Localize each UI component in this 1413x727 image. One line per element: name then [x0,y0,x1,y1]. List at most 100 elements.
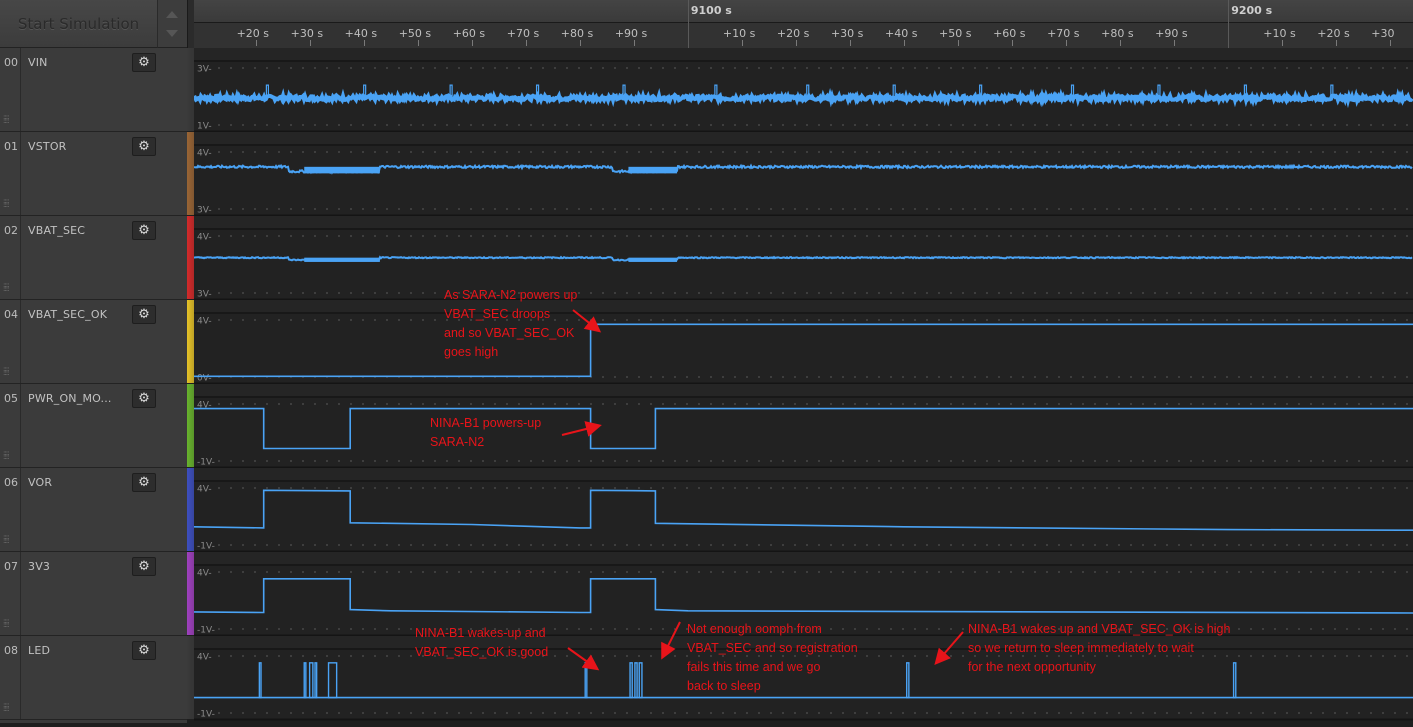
minor-tick [1282,40,1284,46]
gear-icon[interactable]: ⚙ [132,305,156,324]
minor-tick [309,40,311,46]
drag-handle-icon[interactable]: :::::::: [3,618,10,629]
annotation-line: for the next opportunity [968,660,1096,674]
scroll-down-icon[interactable] [166,30,178,37]
drag-handle-icon[interactable]: :::::::: [3,450,10,461]
annotation-line: Not enough oomph from [687,622,822,636]
channel-header-vbat-sec-ok[interactable]: 04 VBAT_SEC_OK ⚙ :::::::: [0,300,187,384]
annotation-line: back to sleep [687,679,761,693]
major-gridline [1228,0,1230,48]
annotation-line: NINA-B1 powers-up [430,416,542,430]
minor-time-label: +60 s [993,27,1026,40]
droop-region [628,166,678,174]
minor-time-label: +10 s [722,27,756,40]
channel-name[interactable]: PWR_ON_MO... [28,392,112,405]
minor-tick [741,40,743,46]
drag-handle-icon[interactable]: :::::::: [3,702,10,713]
minor-time-label: +80 s [560,27,594,40]
annotation-line: so we return to sleep immediately to wai… [968,641,1194,655]
minor-time-label: +50 s [939,27,972,40]
channel-sidebar: Start Simulation 00 VIN ⚙ :::::::: 01 VST… [0,0,187,723]
channel-color-bar [187,216,194,299]
gear-icon[interactable]: ⚙ [132,641,156,660]
time-ruler[interactable]: 9100 s 9200 s +20 s +30 s +40 s +50 s +60 s +7… [194,0,1413,50]
y-max-label: 4V- [197,317,212,327]
minor-tick [1336,40,1338,46]
start-simulation-button[interactable]: Start Simulation [0,0,158,48]
annotation-line: NINA-B1 wakes-up and [415,626,546,640]
annotation-line: NINA-B1 wakes up and VBAT_SEC_OK is high [968,622,1231,636]
scroll-up-icon[interactable] [166,11,178,18]
channel-scroll-control[interactable] [158,0,187,48]
drag-handle-icon[interactable]: :::::::: [3,282,10,293]
channel-color-bar [187,552,194,635]
channel-name[interactable]: LED [28,644,50,657]
minor-time-label: +40 s [344,27,378,40]
gear-icon[interactable]: ⚙ [132,221,156,240]
gear-icon[interactable]: ⚙ [132,473,156,492]
channel-plot-header [194,552,1413,565]
y-min-label: -1V- [197,458,215,468]
minor-tick [1120,40,1122,46]
channel-header-pwr-on-mo-[interactable]: 05 PWR_ON_MO... ⚙ :::::::: [0,384,187,468]
channel-header-vor[interactable]: 06 VOR ⚙ :::::::: [0,468,187,552]
minor-tick [255,40,257,46]
minor-tick [795,40,797,46]
minor-time-label: +20 s [1317,27,1350,40]
minor-time-label: +70 s [1047,27,1080,40]
y-min-label: -1V- [197,710,215,720]
y-min-label: -1V- [197,626,215,636]
annotation-sara-powers-up: As SARA-N2 powers up VBAT_SEC droops and s… [444,286,577,362]
channel-name[interactable]: VIN [28,56,48,69]
annotation-line: and so VBAT_SEC_OK [444,326,575,340]
channel-name[interactable]: VOR [28,476,52,489]
minor-time-label: +50 s [398,27,432,40]
droop-region [628,257,678,262]
y-min-label: 0V- [197,374,212,384]
minor-tick [1174,40,1176,46]
minor-tick [471,40,473,46]
drag-handle-icon[interactable]: :::::::: [3,366,10,377]
channel-color-bar [187,468,194,551]
drag-handle-icon[interactable]: :::::::: [3,198,10,209]
minor-time-label: +40 s [885,27,918,40]
minor-tick [363,40,365,46]
channel-plot-header [194,132,1413,145]
channel-name[interactable]: 3V3 [28,560,50,573]
channel-name[interactable]: VBAT_SEC [28,224,85,237]
y-min-label: 1V- [197,122,212,132]
channel-header-vstor[interactable]: 01 VSTOR ⚙ :::::::: [0,132,187,216]
channel-plot-header [194,48,1413,61]
annotation-line: fails this time and we go [687,660,821,674]
channel-color-bar [187,132,194,215]
minor-time-label: +10 s [1263,27,1296,40]
y-max-label: 4V- [197,653,212,663]
droop-region [304,166,380,174]
channel-color-bar [187,384,194,467]
gear-icon[interactable]: ⚙ [132,137,156,156]
channel-header-vbat-sec[interactable]: 02 VBAT_SEC ⚙ :::::::: [0,216,187,300]
channel-header-led[interactable]: 08 LED ⚙ :::::::: [0,636,187,720]
y-min-label: -1V- [197,542,215,552]
gear-icon[interactable]: ⚙ [132,53,156,72]
channel-header-3v3[interactable]: 07 3V3 ⚙ :::::::: [0,552,187,636]
y-max-label: 4V- [197,149,212,159]
drag-handle-icon[interactable]: :::::::: [3,534,10,545]
minor-tick [1066,40,1068,46]
minor-tick [633,40,635,46]
channel-name[interactable]: VBAT_SEC_OK [28,308,107,321]
time-ruler-major: 9100 s 9200 s [194,0,1413,23]
y-min-label: 3V- [197,290,212,300]
y-max-label: 3V- [197,65,212,75]
annotation-line: VBAT_SEC droops [444,307,551,321]
minor-tick [417,40,419,46]
channel-header-vin[interactable]: 00 VIN ⚙ :::::::: [0,48,187,132]
trace-vin [193,87,1413,109]
gear-icon[interactable]: ⚙ [132,557,156,576]
major-time-label: 9200 s [1231,4,1273,17]
drag-handle-icon[interactable]: :::::::: [3,114,10,125]
annotation-line: As SARA-N2 powers up [444,288,578,302]
gear-icon[interactable]: ⚙ [132,389,156,408]
channel-name[interactable]: VSTOR [28,140,67,153]
annotation-line: VBAT_SEC_OK is good [415,645,549,659]
